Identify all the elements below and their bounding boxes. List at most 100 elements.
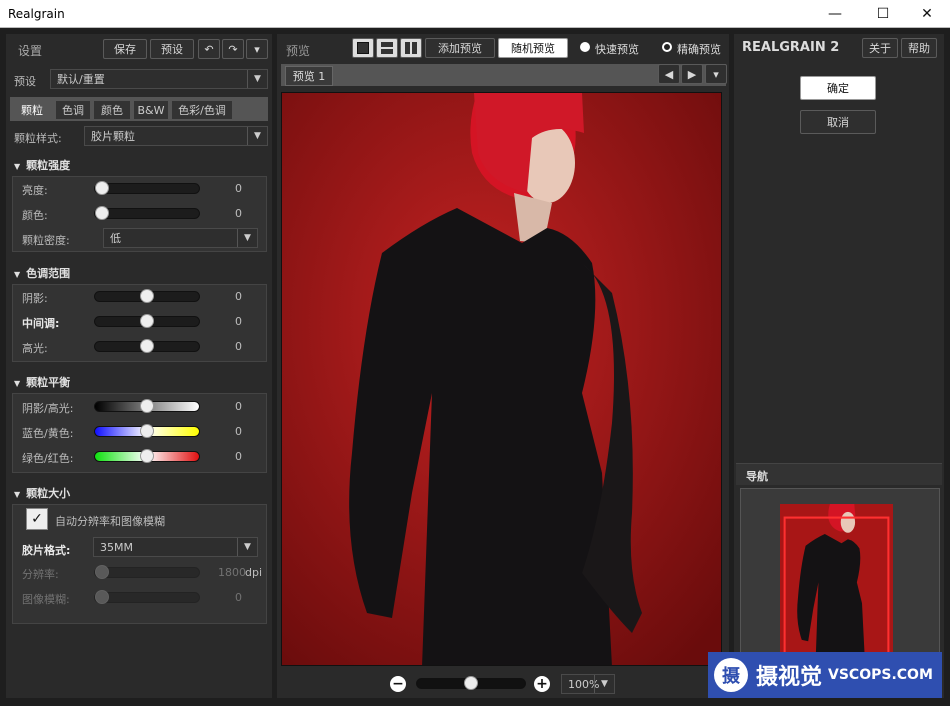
slider-knob[interactable]	[140, 424, 154, 438]
section-title: 色调范围	[26, 267, 71, 280]
highlight-slider[interactable]	[94, 339, 200, 353]
blue-yellow-value: 0	[235, 425, 242, 438]
slider-knob[interactable]	[95, 565, 109, 579]
triangle-down-icon: ▼	[14, 490, 21, 499]
section-grain-size[interactable]: ▼ 颗粒大小	[14, 485, 70, 501]
tab-preview-1[interactable]: 预览 1	[285, 66, 333, 86]
slider-knob[interactable]	[464, 676, 478, 690]
slider-knob[interactable]	[95, 206, 109, 220]
chevron-down-icon: ▼	[594, 675, 614, 693]
tab-tint[interactable]: 色彩/色调	[171, 100, 233, 120]
watermark-banner: 摄 摄视觉 VSCOPS.COM	[708, 652, 942, 698]
preview-header: 预览	[286, 44, 311, 58]
section-tone-range[interactable]: ▼ 色调范围	[14, 265, 70, 281]
tab-tone[interactable]: 色调	[55, 100, 91, 120]
slider-knob[interactable]	[140, 314, 154, 328]
tab-bw[interactable]: B&W	[133, 100, 169, 120]
slider-knob[interactable]	[140, 339, 154, 353]
green-red-label: 绿色/红色:	[22, 452, 74, 465]
brightness-slider[interactable]	[94, 181, 200, 195]
maximize-button[interactable]: ☐	[860, 0, 906, 28]
auto-resolution-checkbox[interactable]: ✓	[26, 508, 48, 530]
help-button[interactable]: 帮助	[901, 38, 937, 58]
watermark-logo-icon: 摄	[714, 658, 748, 692]
shadow-highlight-slider[interactable]	[94, 399, 200, 413]
menu-chevron-icon[interactable]: ▾	[246, 39, 268, 59]
split-horizontal-icon[interactable]	[376, 38, 398, 58]
grain-style-dropdown[interactable]: 胶片颗粒 ▼	[84, 126, 268, 146]
accurate-preview-radio[interactable]	[662, 42, 672, 52]
model-photo	[282, 93, 721, 665]
section-grain-intensity[interactable]: ▼ 颗粒强度	[14, 157, 70, 173]
minimize-button[interactable]: —	[812, 0, 858, 28]
midtone-slider[interactable]	[94, 314, 200, 328]
zoom-slider[interactable]	[416, 676, 526, 690]
resolution-label: 分辨率:	[22, 568, 59, 581]
undo-icon[interactable]: ↶	[198, 39, 220, 59]
tab-color[interactable]: 颜色	[93, 100, 131, 120]
triangle-down-icon: ▼	[14, 162, 21, 171]
chevron-down-icon: ▼	[237, 229, 257, 247]
resolution-value: 1800	[218, 566, 246, 579]
midtone-label: 中间调:	[22, 317, 60, 330]
shadow-label: 阴影:	[22, 292, 48, 305]
film-format-value: 35MM	[100, 540, 133, 554]
redo-icon[interactable]: ↷	[222, 39, 244, 59]
chevron-down-icon: ▼	[247, 70, 267, 88]
color-value: 0	[235, 207, 242, 220]
zoom-dropdown[interactable]: 100% ▼	[561, 674, 615, 694]
save-button[interactable]: 保存	[103, 39, 147, 59]
section-grain-balance[interactable]: ▼ 颗粒平衡	[14, 374, 70, 390]
watermark-text: 摄视觉	[756, 665, 823, 690]
brightness-value: 0	[235, 182, 242, 195]
settings-header: 设置	[18, 44, 43, 58]
blue-yellow-slider[interactable]	[94, 424, 200, 438]
preset-label: 预设	[14, 75, 36, 88]
preset-dropdown[interactable]: 默认/重置 ▼	[50, 69, 268, 89]
highlight-label: 高光:	[22, 342, 48, 355]
navigator-thumbnail[interactable]	[780, 504, 893, 654]
single-view-icon[interactable]	[352, 38, 374, 58]
about-button[interactable]: 关于	[862, 38, 898, 58]
density-dropdown[interactable]: 低 ▼	[103, 228, 258, 248]
chevron-down-icon: ▼	[247, 127, 267, 145]
preset-button[interactable]: 预设	[150, 39, 194, 59]
ok-button[interactable]: 确定	[800, 76, 876, 100]
section-title: 颗粒强度	[26, 159, 71, 172]
shadow-highlight-label: 阴影/高光:	[22, 402, 74, 415]
color-slider[interactable]	[94, 206, 200, 220]
logo-text: REALGRAIN	[742, 40, 826, 55]
slider-knob[interactable]	[140, 289, 154, 303]
slider-knob[interactable]	[140, 449, 154, 463]
blur-slider[interactable]	[94, 590, 200, 604]
random-preview-button[interactable]: 随机预览	[498, 38, 568, 58]
split-vertical-icon[interactable]	[400, 38, 422, 58]
green-red-slider[interactable]	[94, 449, 200, 463]
close-button[interactable]: ✕	[904, 0, 950, 28]
preview-image[interactable]	[281, 92, 722, 666]
fast-preview-radio[interactable]	[580, 42, 590, 52]
resolution-slider[interactable]	[94, 565, 200, 579]
film-format-dropdown[interactable]: 35MM ▼	[93, 537, 258, 557]
tab-menu-icon[interactable]: ▾	[705, 64, 727, 84]
slider-knob[interactable]	[95, 590, 109, 604]
accurate-preview-label: 精确预览	[677, 43, 721, 56]
auto-resolution-label: 自动分辨率和图像模糊	[55, 515, 165, 528]
watermark-url: VSCOPS.COM	[828, 667, 933, 683]
next-icon[interactable]: ▶	[681, 64, 703, 84]
cancel-button[interactable]: 取消	[800, 110, 876, 134]
blur-value: 0	[235, 591, 242, 604]
zoom-in-icon[interactable]: +	[534, 676, 550, 692]
density-label: 颗粒密度:	[22, 234, 70, 247]
add-preview-button[interactable]: 添加预览	[425, 38, 495, 58]
shadow-slider[interactable]	[94, 289, 200, 303]
prev-icon[interactable]: ◀	[658, 64, 680, 84]
zoom-out-icon[interactable]: −	[390, 676, 406, 692]
slider-knob[interactable]	[95, 181, 109, 195]
slider-knob[interactable]	[140, 399, 154, 413]
fast-preview-label: 快速预览	[595, 43, 639, 56]
section-title: 颗粒大小	[26, 487, 71, 500]
logo-version: 2	[830, 40, 840, 55]
tab-grain[interactable]: 颗粒	[14, 100, 50, 120]
density-value: 低	[110, 232, 121, 245]
